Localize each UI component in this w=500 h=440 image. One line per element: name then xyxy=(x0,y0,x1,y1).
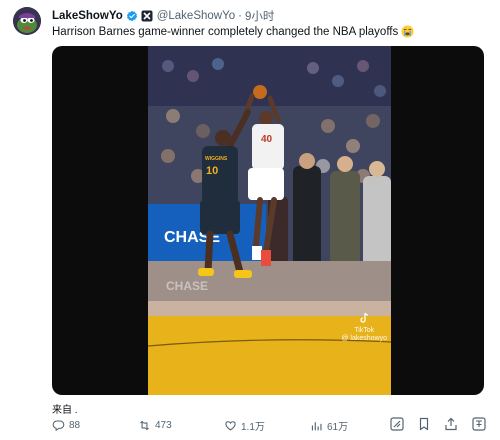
tiktok-logo-icon xyxy=(341,312,387,327)
affiliation-badge-icon[interactable] xyxy=(141,10,153,22)
like-button[interactable]: 1.1万 xyxy=(224,416,265,434)
loudly-crying-face-icon xyxy=(401,25,414,38)
views-button[interactable]: 61万 xyxy=(310,416,348,434)
tweet-video[interactable]: CHASE CHASE 40 WIGGINS 10 TikTok @ lakes… xyxy=(52,46,484,395)
reply-button[interactable]: 88 xyxy=(52,416,80,434)
repost-icon xyxy=(140,420,149,430)
tiktok-watermark: TikTok @ lakeshowyo xyxy=(341,312,387,343)
heart-icon xyxy=(225,420,236,431)
repost-count: 473 xyxy=(155,419,172,431)
jersey-number-40: 40 xyxy=(261,134,273,145)
translate-button[interactable] xyxy=(472,417,486,431)
timestamp[interactable]: 9小时 xyxy=(245,8,274,24)
user-handle[interactable]: @LakeShowYo xyxy=(157,10,235,22)
floor-reflection-text: CHASE xyxy=(166,279,208,293)
jersey-name: WIGGINS xyxy=(205,156,228,162)
tiktok-handle: @ lakeshowyo xyxy=(341,335,387,342)
grok-icon xyxy=(390,417,404,431)
display-name[interactable]: LakeShowYo xyxy=(52,10,123,22)
repost-button[interactable]: 473 xyxy=(138,416,172,434)
reply-count: 88 xyxy=(69,419,81,431)
tweet-header: LakeShowYo @LakeShowYo · 9小时 xyxy=(52,8,274,24)
view-count: 61万 xyxy=(327,421,349,433)
bookmark-icon xyxy=(419,417,429,431)
tweet-actions: 88 473 1.1万 61万 xyxy=(52,416,492,434)
like-count: 1.1万 xyxy=(241,421,265,433)
views-chart-icon xyxy=(311,421,322,430)
verified-badge-icon xyxy=(126,10,138,22)
tweet-text: Harrison Barnes game-winner completely c… xyxy=(52,25,414,38)
grok-button[interactable] xyxy=(390,417,404,431)
reply-icon xyxy=(52,420,65,431)
tweet-card: LakeShowYo @LakeShowYo · 9小时 Harrison Ba… xyxy=(0,0,500,440)
video-frame: CHASE CHASE 40 WIGGINS 10 TikTok @ lakes… xyxy=(148,46,391,395)
avatar[interactable] xyxy=(13,7,41,35)
bookmark-button[interactable] xyxy=(417,417,431,431)
share-button[interactable] xyxy=(444,417,458,431)
tweet-body: Harrison Barnes game-winner completely c… xyxy=(52,25,399,38)
source-label: 来自 . xyxy=(52,405,78,416)
jersey-number-10: 10 xyxy=(206,165,218,177)
separator-dot: · xyxy=(238,10,242,22)
share-icon xyxy=(445,417,457,431)
tiktok-brand: TikTok xyxy=(354,327,375,334)
translate-icon xyxy=(472,417,486,431)
